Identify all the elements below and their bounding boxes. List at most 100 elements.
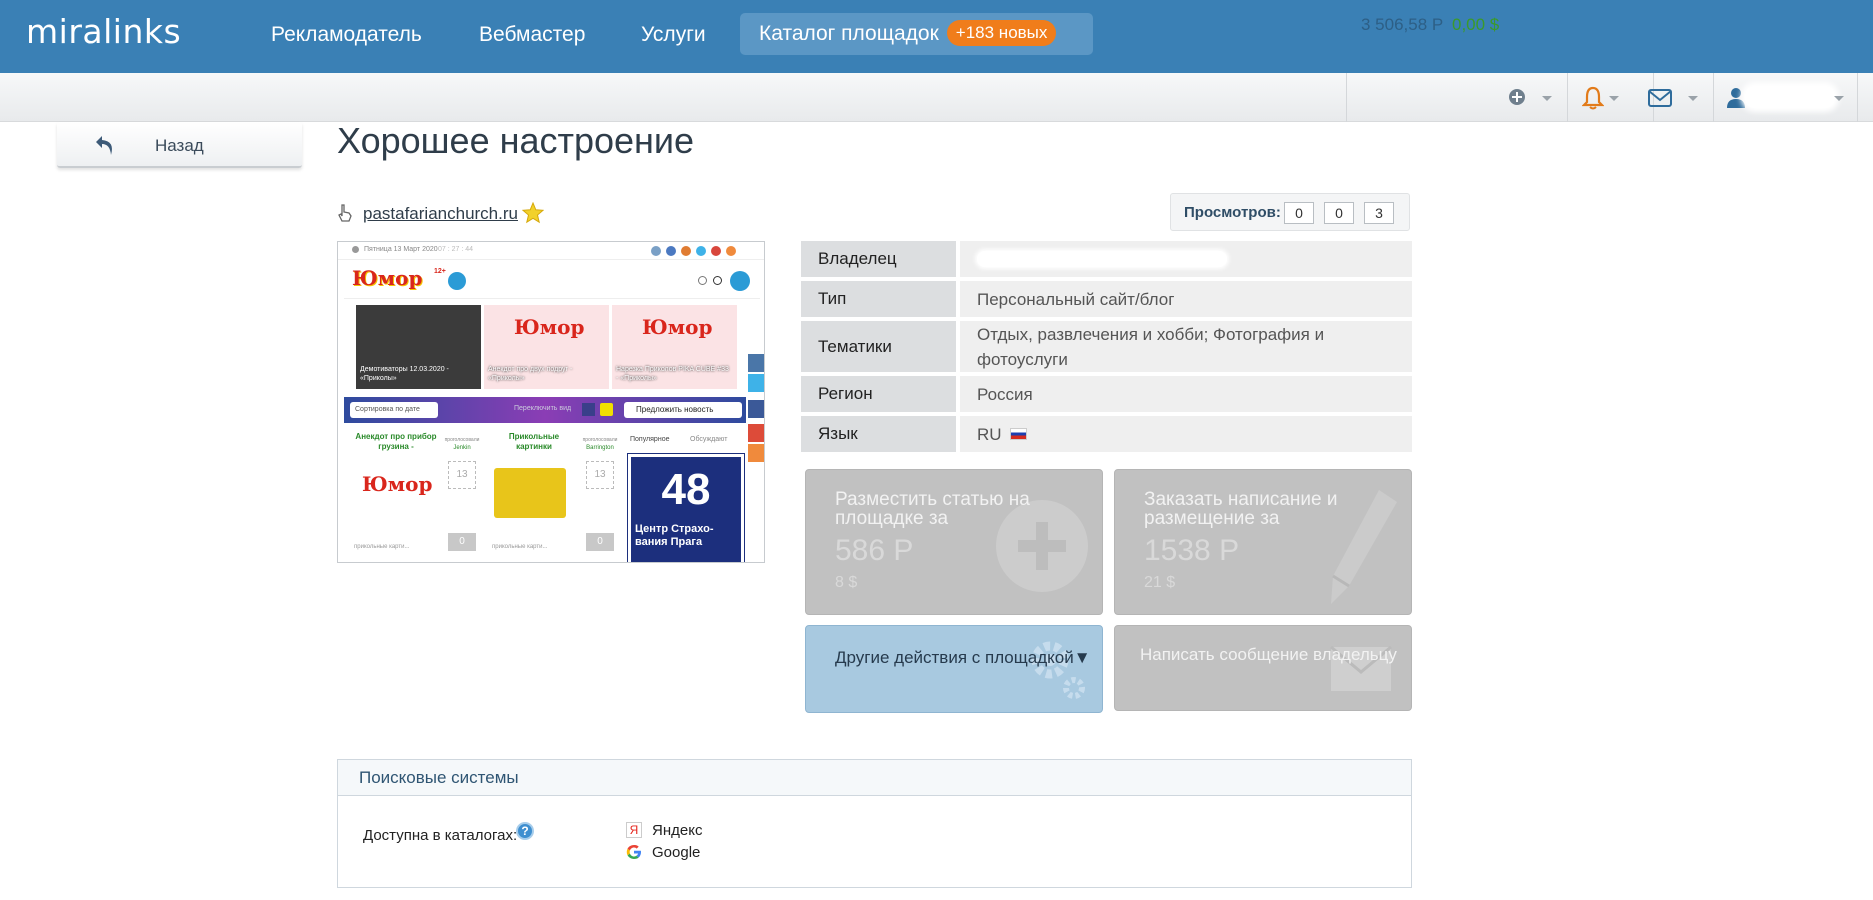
thumb-tag: прикольные карти... — [492, 544, 548, 550]
card-price: 1538 Р — [1144, 534, 1240, 567]
views-counter: Просмотров: 0 0 3 — [1170, 193, 1410, 231]
site-screenshot[interactable]: Пятница 13 Март 2020 07 : 27 : 44 Юмор 1… — [337, 241, 765, 563]
balance-rub[interactable]: 3 506,58 Р — [1361, 15, 1443, 35]
chevron-down-icon[interactable] — [1688, 96, 1698, 101]
mail-icon[interactable] — [1648, 89, 1672, 107]
chevron-down-icon[interactable] — [1834, 96, 1844, 101]
engine-name: Яндекс — [652, 822, 703, 839]
balance-usd[interactable]: 0,00 $ — [1452, 15, 1499, 35]
menu-icon — [448, 272, 466, 290]
star-icon[interactable] — [522, 202, 544, 224]
card-price: 586 Р — [835, 534, 914, 567]
available-label: Доступна в каталогах: — [363, 827, 518, 844]
login-icon — [730, 271, 750, 291]
thumb-card-title: Нарезка Приколов PIKA CUBE #33 - «Прикол… — [616, 366, 729, 382]
russia-flag-icon — [1009, 428, 1027, 440]
back-button[interactable]: Назад — [57, 122, 302, 168]
info-key: Владелец — [801, 241, 956, 277]
search-icon — [713, 276, 722, 285]
back-arrow-icon — [96, 136, 112, 155]
add-funds-icon[interactable] — [1508, 88, 1526, 106]
thumb-card: Юмор Анекдот про двух подруг - «Приколы» — [484, 305, 609, 389]
chevron-down-icon[interactable] — [1542, 96, 1552, 101]
message-owner-button[interactable]: Написать сообщение владельцу — [1114, 625, 1412, 711]
thumb-sidebar: Популярное Обсуждают 48 Центр Страхо-ван… — [626, 432, 746, 562]
views-label: Просмотров: — [1184, 204, 1281, 221]
thumb-tab-popular: Популярное — [630, 436, 670, 443]
divider — [344, 298, 760, 299]
thumb-post-title: Прикольные картинки — [508, 432, 560, 451]
thumb-sign-number: 48 — [661, 465, 711, 514]
gplus-icon — [748, 424, 764, 442]
thumb-post-image — [494, 468, 566, 518]
social-icon — [651, 246, 661, 256]
language-code: RU — [977, 424, 1002, 444]
thumb-tag: прикольные карти... — [354, 544, 410, 550]
user-icon[interactable] — [1726, 87, 1746, 109]
thumb-age: 12+ — [434, 268, 446, 275]
thumb-card-title: Анекдот про двух подруг - «Приколы» — [488, 366, 573, 382]
views-today: 0 — [1284, 202, 1314, 224]
bell-icon[interactable] — [1582, 86, 1604, 110]
top-navbar: miralinks Рекламодатель Вебмастер Услуги… — [0, 0, 1873, 73]
info-value — [960, 241, 1412, 277]
vote-widget: проголосовали Barrington 13 0 — [582, 437, 618, 555]
chevron-down-icon[interactable] — [1609, 96, 1619, 101]
switch-view-label: Переключить вид — [514, 405, 572, 412]
card-title: Заказать написание и размещение за — [1144, 489, 1338, 529]
votes-count: 13 — [586, 461, 614, 489]
sort-select: Сортировка по дате — [350, 402, 438, 418]
nav-services[interactable]: Услуги — [641, 18, 706, 52]
gears-icon — [1031, 641, 1085, 699]
info-key: Тип — [801, 281, 956, 317]
info-row-topics: Тематики Отдых, развлечения и хобби; Фот… — [801, 321, 1412, 372]
card-title: Разместить статью на площадке за — [835, 489, 1030, 529]
social-icon — [681, 246, 691, 256]
panel-title: Поисковые системы — [359, 768, 519, 787]
back-label: Назад — [155, 136, 204, 155]
username-redacted[interactable] — [1745, 86, 1835, 108]
owner-redacted — [977, 251, 1227, 267]
info-value: Отдых, развлечения и хобби; Фотография и… — [960, 321, 1412, 372]
clock-icon — [352, 246, 359, 253]
thumb-date: Пятница 13 Март 2020 — [364, 246, 438, 253]
settings-icon — [698, 276, 707, 285]
thumb-topbar: Пятница 13 Март 2020 07 : 27 : 44 — [338, 242, 764, 260]
nav-webmaster[interactable]: Вебмастер — [479, 18, 585, 52]
thumb-card: Демотиваторы 12.03.2020 - «Приколы» — [356, 305, 481, 389]
thumb-post: Прикольные картинки прикольные карти... — [488, 432, 580, 562]
thumb-post-title: Анекдот про прибор грузина - — [355, 432, 437, 451]
site-link[interactable]: pastafarianchurch.ru — [363, 204, 518, 224]
nav-catalog[interactable]: Каталог площадок +183 новых — [740, 13, 1093, 55]
place-article-button[interactable]: Разместить статью на площадке за 586 Р 8… — [805, 469, 1103, 615]
score: 0 — [586, 533, 614, 551]
thumb-card-logo: Юмор — [642, 315, 713, 339]
logo[interactable]: miralinks — [26, 12, 181, 51]
list-view-icon — [582, 403, 595, 416]
card-title: Другие действия с площадкой▼ — [835, 648, 1091, 667]
order-writing-button[interactable]: Заказать написание и размещение за 1538 … — [1114, 469, 1412, 615]
info-key: Тематики — [801, 321, 956, 372]
panel-header: Поисковые системы — [338, 760, 1411, 796]
thumb-sign-text: Центр Страхо-вания Прага — [635, 523, 714, 548]
grid-view-icon — [600, 403, 613, 416]
divider — [1857, 73, 1858, 122]
search-systems-panel: Поисковые системы Доступна в каталогах: … — [337, 759, 1412, 888]
views-week: 0 — [1324, 202, 1354, 224]
other-actions-button[interactable]: Другие действия с площадкой▼ — [805, 625, 1103, 713]
divider — [1713, 73, 1714, 122]
info-key: Регион — [801, 376, 956, 412]
nav-advertiser[interactable]: Рекламодатель — [271, 18, 422, 52]
vote-label: проголосовали — [444, 437, 480, 443]
thumb-toolbar: Сортировка по дате Переключить вид Предл… — [344, 397, 746, 423]
card-title: Написать сообщение владельцу — [1140, 645, 1397, 664]
thumb-sign: 48 Центр Страхо-вания Прага — [627, 453, 745, 562]
hand-pointer-icon — [338, 204, 352, 222]
info-value: RU — [960, 416, 1412, 452]
help-icon[interactable]: ? — [516, 822, 534, 840]
social-icon — [726, 246, 736, 256]
divider — [1346, 73, 1347, 122]
thumb-post: Анекдот про прибор грузина - Юмор прикол… — [350, 432, 442, 562]
thumb-card-logo: Юмор — [514, 315, 585, 339]
info-row-language: Язык RU — [801, 416, 1412, 452]
